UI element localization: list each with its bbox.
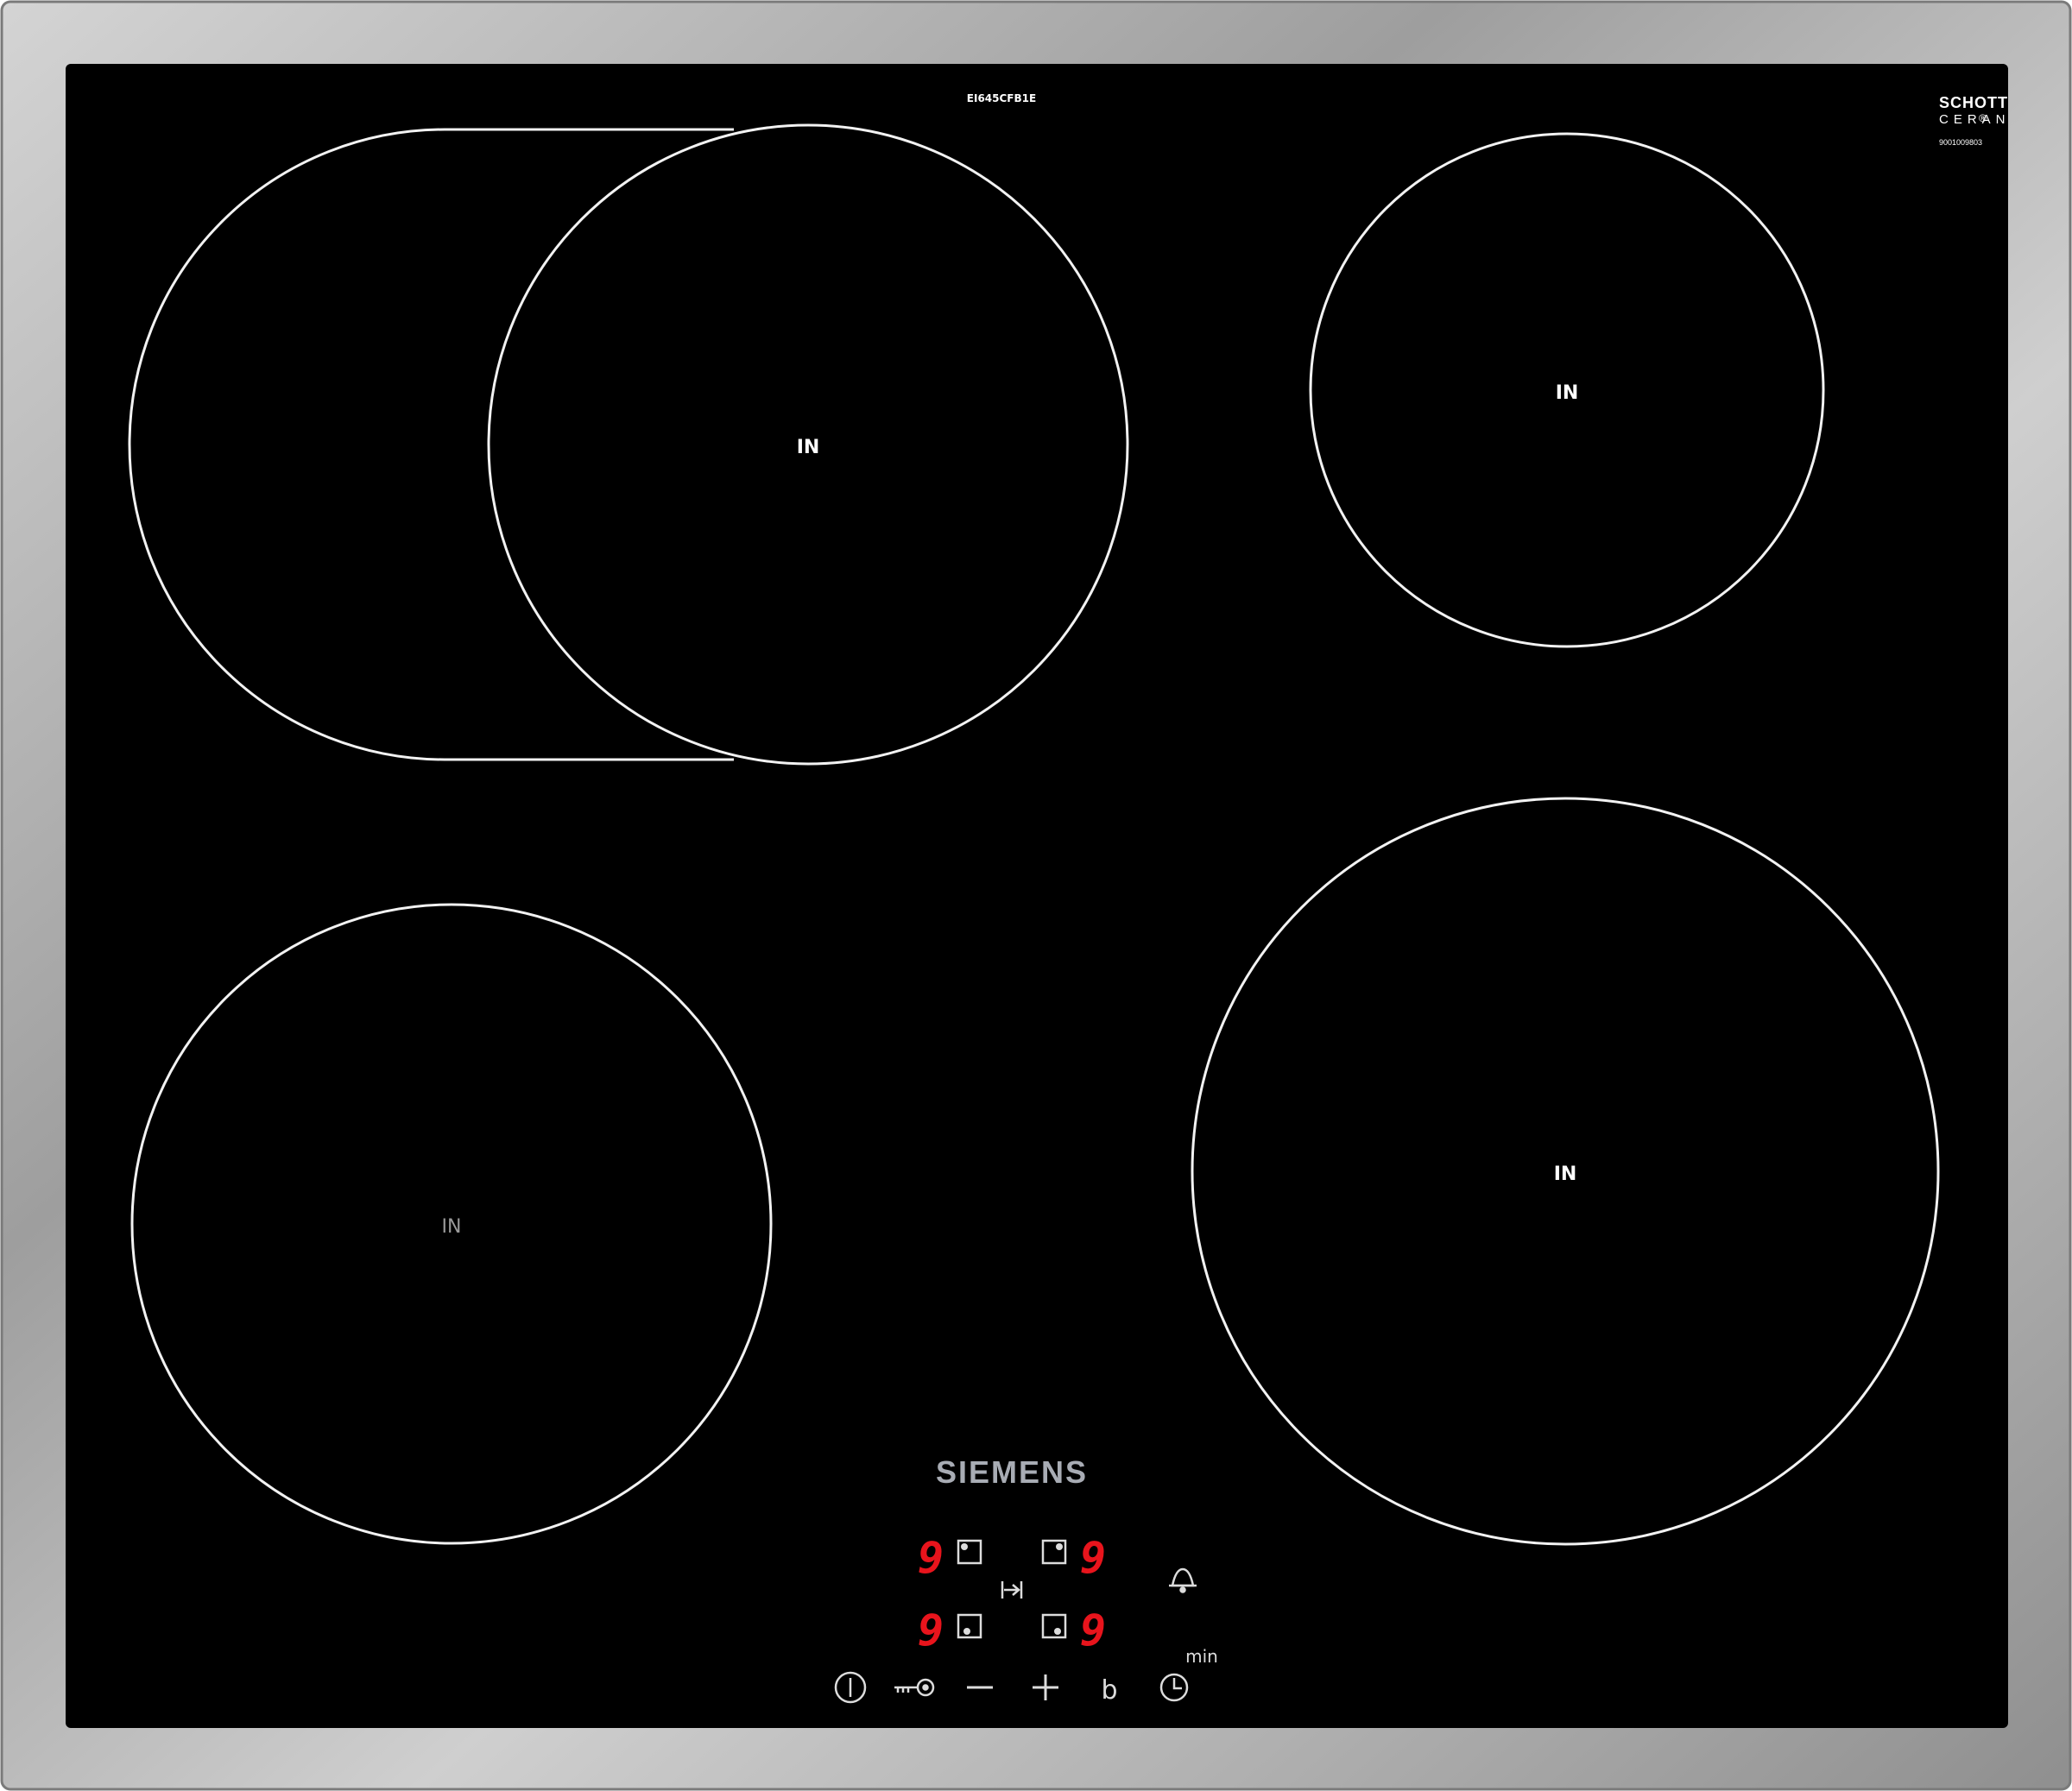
schott-text: SCHOTT (1939, 94, 2008, 111)
siemens-logo: SIEMENS (936, 1454, 1088, 1490)
zone-3-label: IN (442, 1216, 462, 1238)
zone-4-label: IN (1554, 1164, 1577, 1185)
glass-serial: 9001009803 (1939, 138, 1982, 147)
ceran-text: CERAN (1939, 112, 2011, 127)
induction-cooktop: EI645CFB1E SCHOTT CERAN ® 9001009803 IN … (0, 0, 2072, 1791)
digit-rear-left: 9 (918, 1533, 944, 1583)
digit-front-right: 9 (1080, 1605, 1106, 1655)
digit-front-left: 9 (918, 1605, 944, 1655)
digit-rear-right: 9 (1080, 1533, 1106, 1583)
zone-1-label: IN (797, 437, 820, 458)
zone-2-label: IN (1556, 382, 1579, 404)
model-code: EI645CFB1E (967, 92, 1036, 104)
registered-mark: ® (1979, 112, 1987, 124)
min-label: min (1185, 1646, 1218, 1667)
boost-button[interactable]: b (1101, 1675, 1117, 1706)
